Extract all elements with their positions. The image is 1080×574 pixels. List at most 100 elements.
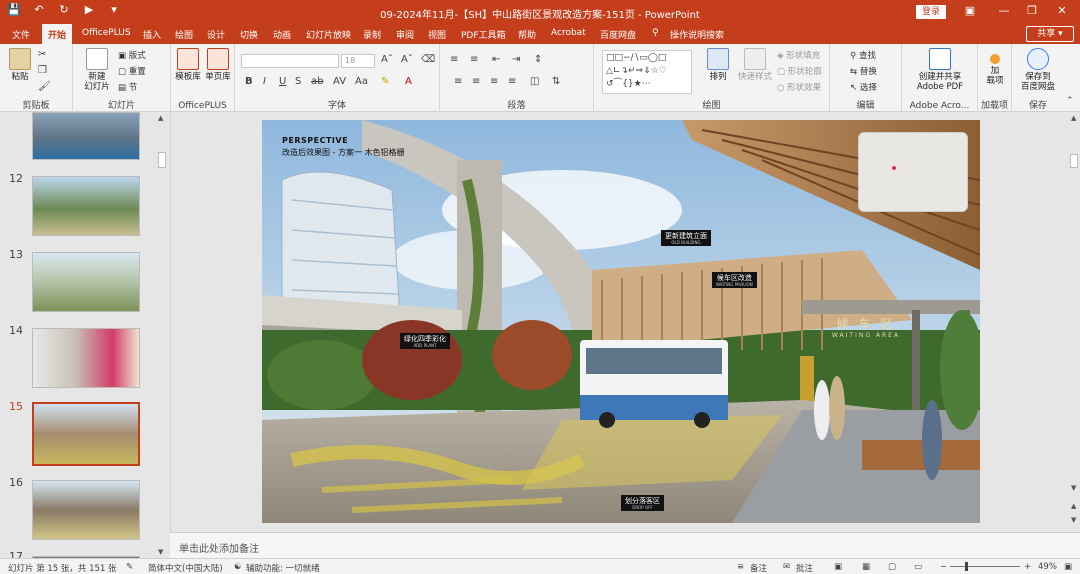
shape-effect-button[interactable]: ○ 形状效果: [777, 81, 821, 93]
redo-icon[interactable]: ↻: [56, 3, 72, 16]
numbering-icon[interactable]: ≡: [470, 54, 478, 65]
slide-thumbnail[interactable]: [32, 176, 140, 236]
spacing-icon[interactable]: AV: [333, 76, 346, 87]
align-center-icon[interactable]: ≡: [472, 76, 480, 87]
tab-officeplus[interactable]: OfficePLUS: [82, 28, 131, 38]
minimize-icon[interactable]: —: [994, 4, 1014, 17]
share-button[interactable]: 共享 ▾: [1026, 26, 1074, 42]
cut-icon[interactable]: ✂: [38, 49, 46, 60]
undo-icon[interactable]: ↶: [31, 3, 47, 16]
addins-button[interactable]: 加 载项: [980, 48, 1010, 86]
layout-button[interactable]: ▣ 版式: [118, 49, 146, 61]
present-icon[interactable]: ▶: [81, 3, 97, 16]
zoom-in-icon[interactable]: +: [1024, 562, 1031, 572]
tab-view[interactable]: 视图: [428, 28, 446, 41]
arrange-button[interactable]: 排列: [704, 48, 732, 82]
slide-thumbnail-selected[interactable]: [32, 402, 140, 466]
reset-button[interactable]: ▢ 重置: [118, 65, 146, 77]
zoom-slider[interactable]: [950, 566, 1020, 567]
tab-record[interactable]: 录制: [363, 28, 381, 41]
tab-acrobat[interactable]: Acrobat: [551, 28, 586, 38]
slide-thumbnail[interactable]: [32, 328, 140, 388]
notes-placeholder[interactable]: 单击此处添加备注: [179, 540, 259, 555]
previous-slide-icon[interactable]: ▲: [1071, 502, 1076, 510]
template-library-button[interactable]: 模板库: [173, 48, 203, 82]
font-color-icon[interactable]: A: [405, 76, 412, 87]
quick-styles-button[interactable]: 快速样式: [736, 48, 774, 82]
decrease-indent-icon[interactable]: ⇤: [492, 54, 500, 65]
tab-draw[interactable]: 绘图: [175, 28, 193, 41]
tell-me-search[interactable]: 操作说明搜索: [670, 28, 724, 41]
align-left-icon[interactable]: ≡: [454, 76, 462, 87]
change-case-icon[interactable]: Aa: [355, 76, 368, 87]
zoom-level[interactable]: 49%: [1038, 562, 1057, 572]
comments-icon[interactable]: ✉: [783, 562, 790, 572]
fit-slide-icon[interactable]: ▣: [1064, 562, 1072, 572]
next-slide-icon[interactable]: ▼: [1071, 516, 1076, 524]
spelling-icon[interactable]: ✎: [126, 562, 133, 572]
restore-icon[interactable]: ❐: [1022, 4, 1042, 17]
login-button[interactable]: 登录: [916, 5, 946, 19]
save-baidu-button[interactable]: 保存到 百度网盘: [1016, 48, 1060, 92]
strikethrough-icon[interactable]: ab: [311, 76, 323, 87]
highlight-icon[interactable]: ✎: [381, 76, 389, 87]
slide-thumbnail[interactable]: [32, 480, 140, 540]
tab-insert[interactable]: 插入: [143, 28, 161, 41]
language-status[interactable]: 简体中文(中国大陆): [148, 562, 223, 574]
thumbnail-scrollbar[interactable]: ▲ ▼: [156, 112, 168, 558]
notes-button[interactable]: 备注: [750, 562, 767, 574]
save-icon[interactable]: 💾: [6, 3, 22, 16]
tab-home[interactable]: 开始: [42, 24, 73, 44]
text-direction-icon[interactable]: ⇅: [552, 76, 560, 87]
zoom-slider-knob[interactable]: [965, 562, 968, 571]
align-right-icon[interactable]: ≡: [490, 76, 498, 87]
single-page-button[interactable]: 单页库: [203, 48, 233, 82]
notes-icon[interactable]: ≡: [737, 562, 744, 572]
line-spacing-icon[interactable]: ⇕: [534, 54, 542, 65]
tab-file[interactable]: 文件: [12, 28, 30, 41]
italic-icon[interactable]: I: [263, 76, 266, 87]
underline-icon[interactable]: U: [279, 76, 286, 87]
shape-gallery[interactable]: □□−∕∖▭◯□ △∟↴↵⇒⇓☆♡ ↺⏜{}★⋯: [602, 50, 692, 94]
grow-font-icon[interactable]: Aˆ: [381, 54, 393, 65]
scroll-down-icon[interactable]: ▼: [1071, 484, 1076, 492]
shape-outline-button[interactable]: ▢ 形状轮廓: [777, 65, 822, 77]
paste-button[interactable]: 粘贴: [6, 48, 34, 82]
slide-canvas[interactable]: PERSPECTIVE 改造后效果图 - 方案一 木色铝格栅 更新建筑立面 OL…: [262, 120, 980, 523]
clear-format-icon[interactable]: ⌫: [421, 54, 435, 65]
slide-thumbnail[interactable]: [32, 252, 140, 312]
scroll-up-icon[interactable]: ▲: [158, 114, 163, 122]
font-size-combo[interactable]: 18: [341, 54, 375, 68]
section-button[interactable]: ▤ 节: [118, 81, 137, 93]
tab-animations[interactable]: 动画: [273, 28, 291, 41]
tab-help[interactable]: 帮助: [518, 28, 536, 41]
increase-indent-icon[interactable]: ⇥: [512, 54, 520, 65]
format-painter-icon[interactable]: 🖌: [38, 81, 51, 92]
font-name-combo[interactable]: [241, 54, 339, 68]
shadow-icon[interactable]: S: [295, 76, 301, 87]
normal-view-icon[interactable]: ▣: [834, 562, 842, 572]
slide-scrollbar[interactable]: ▲ ▼ ▲ ▼: [1068, 112, 1080, 532]
find-button[interactable]: ⚲ 查找: [850, 49, 876, 61]
tab-slideshow[interactable]: 幻灯片放映: [306, 28, 351, 41]
thumbnail-scroll-thumb[interactable]: [158, 152, 166, 168]
bullets-icon[interactable]: ≡: [450, 54, 458, 65]
close-icon[interactable]: ✕: [1052, 4, 1072, 17]
bold-icon[interactable]: B: [245, 76, 253, 87]
shape-fill-button[interactable]: ◈ 形状填充: [777, 49, 820, 61]
copy-icon[interactable]: ❐: [38, 65, 47, 76]
justify-icon[interactable]: ≡: [508, 76, 516, 87]
notes-pane[interactable]: 单击此处添加备注: [170, 532, 1080, 558]
accessibility-status[interactable]: 辅助功能: 一切就绪: [246, 562, 320, 574]
slide-thumbnail[interactable]: [32, 112, 140, 160]
columns-icon[interactable]: ◫: [530, 76, 539, 87]
tab-review[interactable]: 审阅: [396, 28, 414, 41]
ribbon-display-icon[interactable]: ▣: [960, 4, 980, 17]
comments-button[interactable]: 批注: [796, 562, 813, 574]
tab-transitions[interactable]: 切换: [240, 28, 258, 41]
shrink-font-icon[interactable]: Aˇ: [401, 54, 413, 65]
accessibility-icon[interactable]: ☯: [234, 562, 242, 572]
reading-view-icon[interactable]: ▢: [888, 562, 896, 572]
scroll-up-icon[interactable]: ▲: [1071, 114, 1076, 122]
slide-scroll-thumb[interactable]: [1070, 154, 1078, 168]
